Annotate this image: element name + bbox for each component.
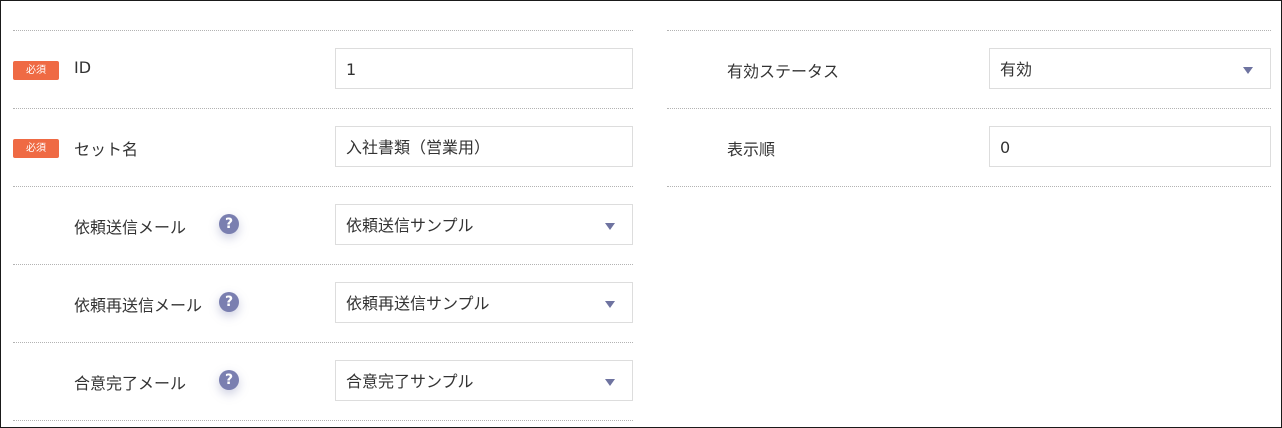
chevron-down-icon bbox=[605, 223, 615, 230]
id-row: 必須 ID 1 bbox=[13, 30, 633, 108]
status-row: 有効ステータス 有効 bbox=[667, 30, 1271, 108]
order-label: 表示順 bbox=[727, 140, 776, 159]
chevron-down-icon bbox=[605, 379, 615, 386]
order-input[interactable]: 0 bbox=[989, 126, 1271, 167]
id-label: ID bbox=[74, 58, 92, 77]
left-column: 必須 ID 1 必須 セット名 入社書類（営業用） 依頼送信メール ? 依頼送信… bbox=[13, 30, 633, 421]
complete-mail-label: 合意完了メール bbox=[74, 374, 187, 393]
settings-form: 必須 ID 1 必須 セット名 入社書類（営業用） 依頼送信メール ? 依頼送信… bbox=[0, 0, 1282, 428]
chevron-down-icon bbox=[605, 301, 615, 308]
request-mail-label: 依頼送信メール bbox=[74, 218, 187, 237]
status-label: 有効ステータス bbox=[727, 62, 840, 81]
order-row: 表示順 0 bbox=[667, 108, 1271, 187]
status-selected: 有効 bbox=[1000, 60, 1033, 79]
help-icon[interactable]: ? bbox=[219, 214, 239, 234]
help-icon[interactable]: ? bbox=[219, 292, 239, 312]
status-select[interactable]: 有効 bbox=[989, 48, 1271, 89]
request-mail-select[interactable]: 依頼送信サンプル bbox=[335, 204, 633, 245]
request-mail-row: 依頼送信メール ? 依頼送信サンプル bbox=[13, 186, 633, 264]
resend-mail-selected: 依頼再送信サンプル bbox=[346, 294, 490, 313]
complete-mail-select[interactable]: 合意完了サンプル bbox=[335, 360, 633, 401]
set-name-input[interactable]: 入社書類（営業用） bbox=[335, 126, 633, 167]
help-icon[interactable]: ? bbox=[219, 370, 239, 390]
id-input[interactable]: 1 bbox=[335, 48, 633, 89]
complete-mail-row: 合意完了メール ? 合意完了サンプル bbox=[13, 342, 633, 421]
request-mail-selected: 依頼送信サンプル bbox=[346, 216, 474, 235]
resend-mail-row: 依頼再送信メール ? 依頼再送信サンプル bbox=[13, 264, 633, 342]
resend-mail-select[interactable]: 依頼再送信サンプル bbox=[335, 282, 633, 323]
chevron-down-icon bbox=[1243, 67, 1253, 74]
resend-mail-label: 依頼再送信メール bbox=[74, 296, 203, 315]
required-badge: 必須 bbox=[13, 61, 59, 80]
right-column: 有効ステータス 有効 表示順 0 bbox=[667, 30, 1271, 187]
set-name-label: セット名 bbox=[74, 140, 139, 159]
required-badge: 必須 bbox=[13, 139, 59, 158]
set-name-row: 必須 セット名 入社書類（営業用） bbox=[13, 108, 633, 186]
complete-mail-selected: 合意完了サンプル bbox=[346, 372, 474, 391]
